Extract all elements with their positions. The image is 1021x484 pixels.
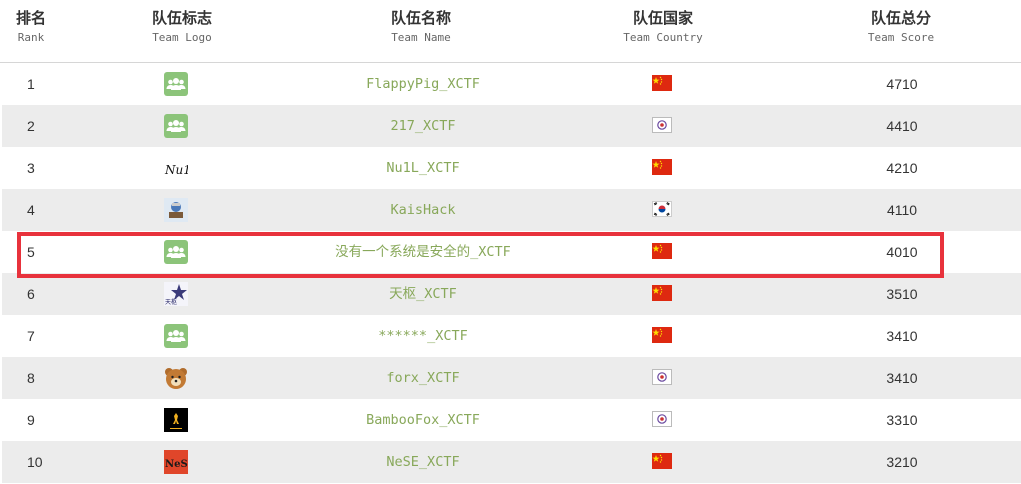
- score-cell: 4710: [886, 76, 918, 92]
- rank-cell: 9: [27, 412, 35, 428]
- header-score-en: Team Score: [867, 31, 935, 44]
- china-flag-icon: [652, 285, 672, 301]
- team-name-link[interactable]: 217_XCTF: [213, 105, 633, 147]
- score-cell: 4110: [886, 202, 918, 218]
- team-name-link[interactable]: FlappyPig_XCTF: [213, 63, 633, 105]
- svg-text:NeSE: NeSE: [165, 459, 188, 470]
- table-row: 8 forx_XCTF 3410: [2, 357, 1021, 399]
- nu1l-logo: Nu1L: [164, 156, 188, 180]
- table-row: 1 FlappyPig_XCTF 4710: [2, 63, 1021, 105]
- table-row: 2 217_XCTF 4410: [2, 105, 1021, 147]
- china-flag-icon: [652, 75, 672, 91]
- rank-cell: 2: [27, 118, 35, 134]
- rank-cell: 10: [27, 454, 43, 470]
- header-country: 队伍国家 Team Country: [608, 8, 718, 46]
- taiwan-flag-icon: [652, 369, 672, 385]
- table-row: 7 ******_XCTF 3410: [2, 315, 1021, 357]
- header-rank-cn: 排名: [15, 9, 46, 27]
- team-name-link[interactable]: NeSE_XCTF: [213, 441, 633, 483]
- team-name-link[interactable]: 没有一个系统是安全的_XCTF: [213, 231, 633, 273]
- default-team-icon: [164, 114, 188, 138]
- tianshu-logo: 天枢: [164, 282, 188, 306]
- header-score: 队伍总分 Team Score: [851, 8, 951, 46]
- rank-cell: 6: [27, 286, 35, 302]
- china-flag-icon: [652, 327, 672, 343]
- header-logo-en: Team Logo: [152, 31, 212, 44]
- team-name-link[interactable]: Nu1L_XCTF: [213, 147, 633, 189]
- nese-logo: NeSE: [164, 450, 188, 474]
- team-name-link[interactable]: KaisHack: [213, 189, 633, 231]
- bamboofox-logo: [164, 408, 188, 432]
- table-row: 4 KaisHack 4110: [2, 189, 1021, 231]
- score-cell: 3210: [886, 454, 918, 470]
- header-name: 队伍名称 Team Name: [371, 8, 471, 46]
- china-flag-icon: [652, 159, 672, 175]
- score-cell: 3510: [886, 286, 918, 302]
- score-cell: 3410: [886, 370, 918, 386]
- table-header: 排名 Rank 队伍标志 Team Logo 队伍名称 Team Name 队伍…: [0, 0, 1021, 63]
- score-cell: 3410: [886, 328, 918, 344]
- header-country-en: Team Country: [623, 31, 703, 44]
- table-row: 5 没有一个系统是安全的_XCTF 4010: [2, 231, 1021, 273]
- header-logo-cn: 队伍标志: [151, 9, 212, 27]
- header-name-cn: 队伍名称: [390, 9, 451, 27]
- team-name-link[interactable]: BambooFox_XCTF: [213, 399, 633, 441]
- svg-text:Nu1L: Nu1L: [164, 163, 188, 177]
- default-team-icon: [164, 240, 188, 264]
- china-flag-icon: [652, 243, 672, 259]
- score-cell: 4410: [886, 118, 918, 134]
- svg-text:天枢: 天枢: [165, 298, 177, 306]
- taiwan-flag-icon: [652, 411, 672, 427]
- table-row: 6 天枢 天枢_XCTF 3510: [2, 273, 1021, 315]
- table-row: 3 Nu1L Nu1L_XCTF 4210: [2, 147, 1021, 189]
- header-logo: 队伍标志 Team Logo: [132, 8, 232, 46]
- rank-cell: 1: [27, 76, 35, 92]
- kaishack-logo: [164, 198, 188, 222]
- rank-cell: 4: [27, 202, 35, 218]
- team-name-link[interactable]: 天枢_XCTF: [213, 273, 633, 315]
- header-rank-en: Rank: [17, 31, 45, 44]
- team-name-link[interactable]: forx_XCTF: [213, 357, 633, 399]
- rank-cell: 8: [27, 370, 35, 386]
- score-cell: 4210: [886, 160, 918, 176]
- default-team-icon: [164, 72, 188, 96]
- china-flag-icon: [652, 453, 672, 469]
- table-row: 10 NeSE NeSE_XCTF 3210: [2, 441, 1021, 483]
- rank-cell: 3: [27, 160, 35, 176]
- taiwan-flag-icon: [652, 117, 672, 133]
- default-team-icon: [164, 324, 188, 348]
- header-rank: 排名 Rank: [0, 8, 62, 46]
- header-name-en: Team Name: [391, 31, 451, 44]
- rank-cell: 7: [27, 328, 35, 344]
- score-cell: 3310: [886, 412, 918, 428]
- header-country-cn: 队伍国家: [632, 9, 693, 27]
- korea-flag-icon: [652, 201, 672, 217]
- team-name-link[interactable]: ******_XCTF: [213, 315, 633, 357]
- header-score-cn: 队伍总分: [870, 9, 931, 27]
- table-row: 9 BambooFox_XCTF 3310: [2, 399, 1021, 441]
- score-cell: 4010: [886, 244, 918, 260]
- bear-logo: [164, 366, 188, 390]
- rank-cell: 5: [27, 244, 35, 260]
